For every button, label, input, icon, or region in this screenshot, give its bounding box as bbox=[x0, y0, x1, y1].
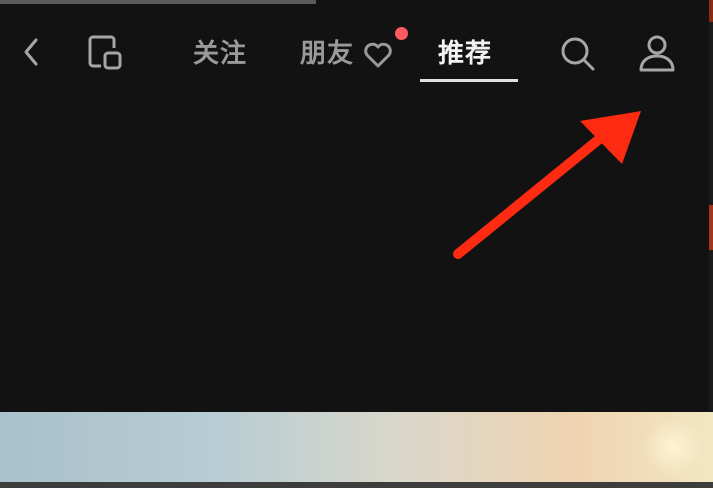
tab-friends[interactable]: 朋友 bbox=[300, 34, 354, 74]
search-icon[interactable] bbox=[556, 32, 598, 74]
sun-glow bbox=[643, 417, 703, 477]
back-icon[interactable] bbox=[18, 34, 46, 70]
notification-dot bbox=[395, 27, 408, 40]
top-navigation-bar: 关注 朋友 推荐 bbox=[0, 0, 713, 90]
screen-icon[interactable] bbox=[85, 32, 127, 74]
tab-follow[interactable]: 关注 bbox=[193, 34, 247, 74]
video-thumbnail-strip[interactable] bbox=[0, 412, 713, 488]
heart-icon bbox=[364, 42, 392, 68]
active-tab-indicator bbox=[420, 79, 518, 82]
edge-accent-mid bbox=[709, 205, 713, 250]
tab-recommend[interactable]: 推荐 bbox=[438, 34, 492, 74]
thumbnail-shade bbox=[0, 482, 713, 488]
profile-icon[interactable] bbox=[634, 30, 680, 76]
